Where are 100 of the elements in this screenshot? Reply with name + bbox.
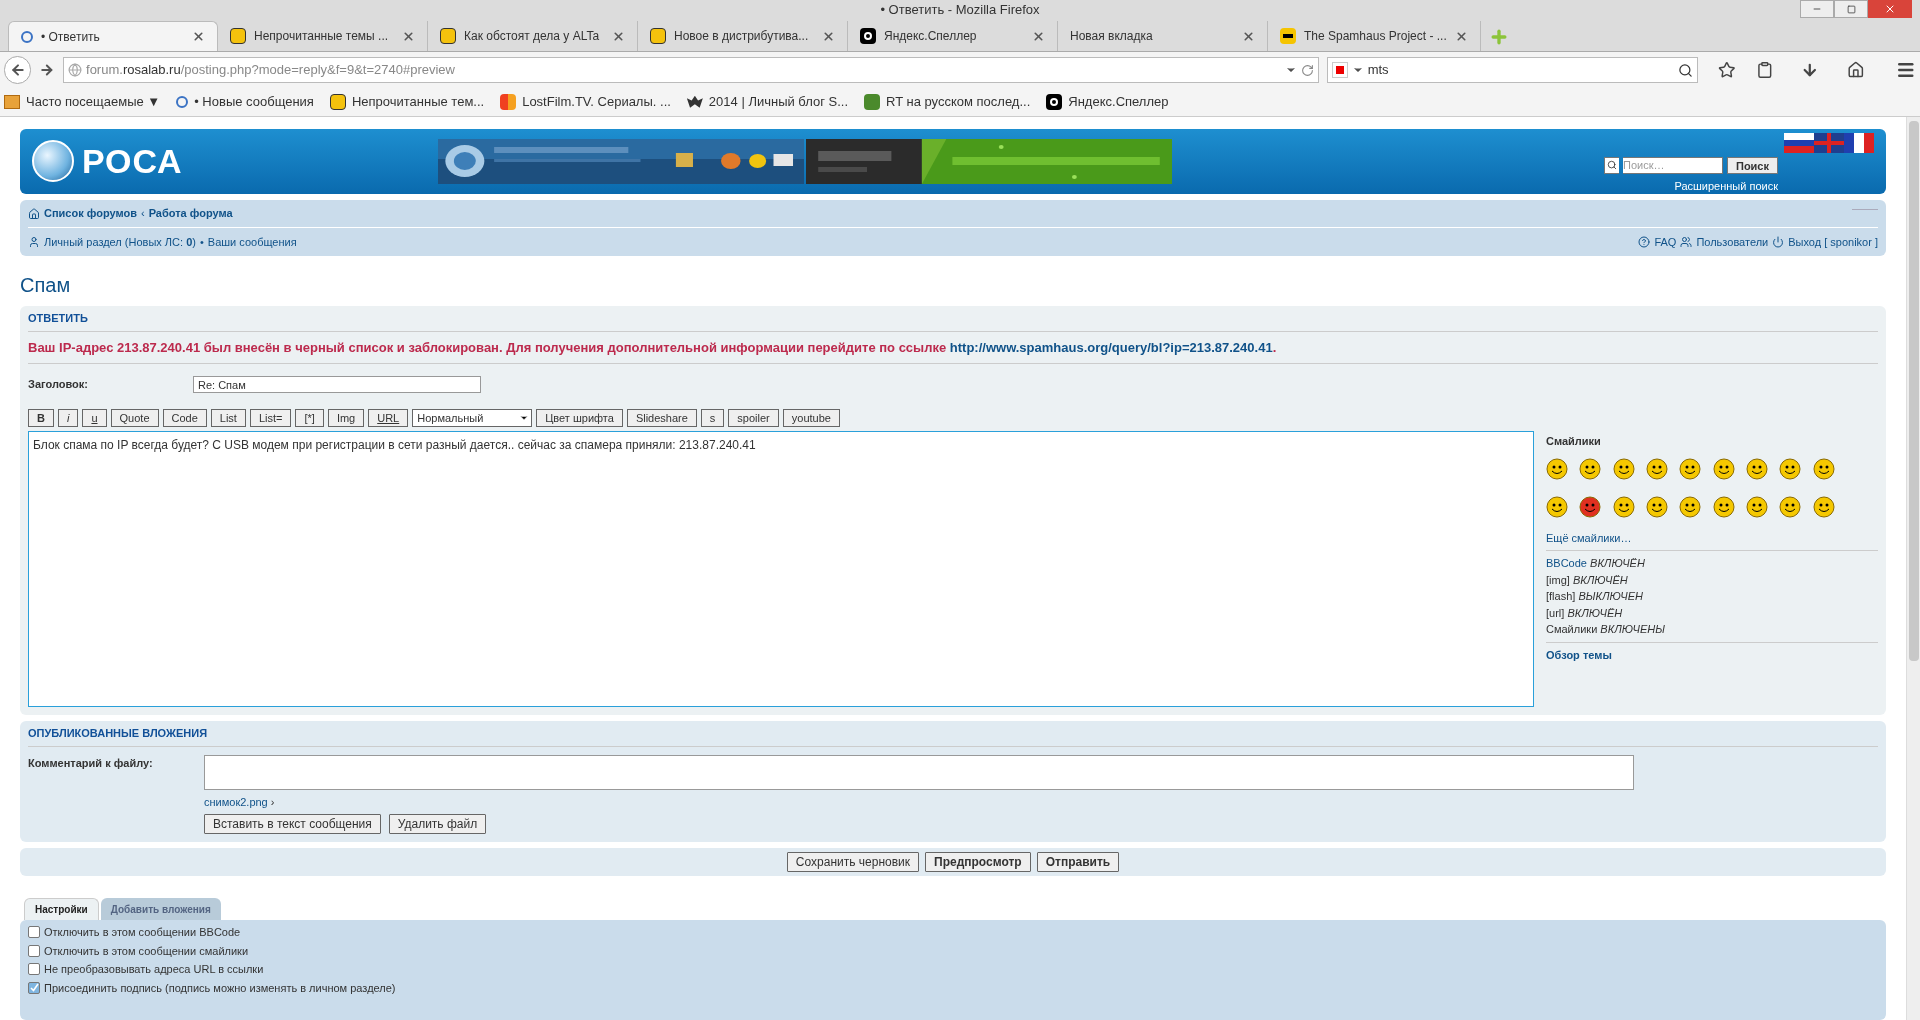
more-smileys-link[interactable]: Ещё смайлики…: [1546, 529, 1878, 551]
close-tab-icon[interactable]: [822, 29, 835, 43]
smiley-icon[interactable]: [1679, 495, 1702, 518]
italic-button[interactable]: i: [57, 409, 79, 427]
bookmark-star-icon[interactable]: [1718, 61, 1736, 79]
submit-button[interactable]: Отправить: [1036, 852, 1120, 872]
smiley-icon[interactable]: [1579, 457, 1602, 480]
bookmark-item[interactable]: Непрочитанные тем...: [329, 92, 485, 112]
user-panel-link[interactable]: Личный раздел (Новых ЛС: 0): [44, 233, 196, 251]
options-tab[interactable]: Добавить вложения: [100, 898, 221, 920]
browser-tab[interactable]: The Spamhaus Project - ...: [1268, 21, 1481, 51]
form-button[interactable]: Вставить в текст сообщения: [204, 814, 381, 834]
faq-link[interactable]: FAQ: [1654, 233, 1677, 251]
submit-button[interactable]: Предпросмотр: [925, 852, 1031, 872]
checkbox-label: Не преобразовывать адреса URL в ссылки: [44, 962, 264, 977]
smiley-icon[interactable]: [1546, 457, 1568, 480]
bbcode-button[interactable]: Code: [162, 409, 207, 427]
bbcode-button[interactable]: Slideshare: [626, 409, 697, 427]
underline-button[interactable]: u: [82, 409, 107, 427]
bookmark-item[interactable]: Часто посещаемые ▼: [4, 92, 161, 112]
bbcode-button[interactable]: List=: [249, 409, 292, 427]
bbcode-button[interactable]: [*]: [295, 409, 324, 427]
subject-field[interactable]: Re: Спам: [193, 376, 481, 393]
menu-icon[interactable]: [1896, 60, 1916, 80]
bbcode-button[interactable]: Цвет шрифта: [536, 409, 623, 427]
breadcrumb-link[interactable]: Список форумов: [44, 205, 137, 222]
bookmark-item[interactable]: • Новые сообщения: [176, 92, 314, 112]
smiley-icon[interactable]: [1579, 495, 1602, 518]
address-bar[interactable]: forum.rosalab.ru/posting.php?mode=reply&f=9&t=2740#preview: [63, 57, 1319, 83]
members-link[interactable]: Пользователи: [1696, 233, 1769, 251]
close-tab-icon[interactable]: [1032, 29, 1045, 43]
close-tab-icon[interactable]: [1454, 29, 1468, 43]
browser-tab[interactable]: Яндекс.Спеллер: [848, 21, 1058, 51]
file-link[interactable]: снимок2.png ›: [204, 793, 1634, 810]
checkbox[interactable]: [28, 944, 40, 957]
forum-search-field[interactable]: Поиск…: [1623, 156, 1723, 174]
bbcode-button[interactable]: Quote: [110, 409, 159, 427]
browser-tab[interactable]: Непрочитанные темы ...: [218, 21, 428, 51]
message-textarea[interactable]: Блок спама по IP всегда будет? С USB модем при регистрации в сети разный дается.. сейчас за спамера приняли: 213.87.240.41: [28, 431, 1534, 707]
smiley-icon[interactable]: [1646, 495, 1668, 518]
panel-heading: ОПУБЛИКОВАННЫЕ ВЛОЖЕНИЯ: [28, 721, 1878, 747]
save-draft-button[interactable]: Сохранить черновик: [786, 852, 920, 872]
browser-search-field[interactable]: mts: [1326, 57, 1699, 83]
checkbox[interactable]: [28, 963, 40, 976]
smiley-icon[interactable]: [1746, 457, 1768, 480]
close-tab-icon[interactable]: [192, 30, 205, 43]
browser-tab[interactable]: • Ответить: [8, 21, 218, 51]
smiley-icon[interactable]: [1746, 495, 1768, 518]
bookmark-item[interactable]: RT на русском послед...: [864, 92, 1031, 112]
options-tab[interactable]: Настройки: [24, 898, 99, 920]
smiley-icon[interactable]: [1612, 457, 1635, 480]
search-icon[interactable]: [1678, 62, 1694, 78]
smiley-icon[interactable]: [1779, 457, 1802, 480]
search-engine-icon[interactable]: [1331, 62, 1348, 78]
smiley-icon[interactable]: [1679, 457, 1702, 480]
checkbox[interactable]: [28, 926, 40, 939]
smiley-icon[interactable]: [1712, 495, 1735, 518]
bold-button[interactable]: B: [28, 409, 54, 427]
bbcode-button[interactable]: Img: [327, 409, 365, 427]
checkbox[interactable]: [28, 981, 40, 994]
underline-button[interactable]: URL: [368, 409, 409, 427]
comment-field[interactable]: [204, 754, 1634, 790]
smiley-icon[interactable]: [1712, 457, 1735, 480]
font-size-select[interactable]: Нормальный: [412, 409, 533, 427]
bookmark-item[interactable]: Яндекс.Спеллер: [1046, 92, 1169, 112]
clipboard-icon[interactable]: [1755, 61, 1774, 79]
smiley-icon[interactable]: [1546, 495, 1568, 518]
smiley-icon[interactable]: [1646, 457, 1668, 480]
browser-tab[interactable]: Как обстоят дела у ALTa: [428, 21, 638, 51]
bookmark-item[interactable]: LostFilm.TV. Сериалы. ...: [500, 92, 671, 112]
maximize-button[interactable]: [1834, 0, 1868, 18]
home-icon[interactable]: [1846, 61, 1865, 79]
russian-flag-icon[interactable]: [1784, 132, 1814, 153]
breadcrumb-link[interactable]: Работа форума: [148, 205, 233, 222]
bbcode-button[interactable]: spoiler: [728, 409, 779, 427]
form-button[interactable]: Удалить файл: [388, 814, 487, 834]
close-tab-icon[interactable]: [612, 29, 625, 43]
smiley-icon[interactable]: [1779, 495, 1802, 518]
smiley-icon[interactable]: [1812, 457, 1835, 480]
bbcode-button[interactable]: s: [700, 409, 725, 427]
browser-tab[interactable]: Новая вкладка: [1058, 21, 1268, 51]
close-tab-icon[interactable]: [1242, 29, 1255, 43]
download-icon[interactable]: [1801, 61, 1819, 79]
logout-link[interactable]: Выход [ sponikor ]: [1788, 233, 1878, 251]
bbcode-button[interactable]: List: [210, 409, 246, 427]
topic-review-link[interactable]: Обзор темы: [1546, 646, 1878, 663]
bbcode-button[interactable]: youtube: [782, 409, 840, 427]
search-button[interactable]: Поиск: [1727, 156, 1778, 174]
spamhaus-link[interactable]: http://www.spamhaus.org/query/bl?ip=213.87.240.41: [949, 339, 1273, 355]
bookmark-item[interactable]: 2014 | Личный блог S...: [686, 92, 849, 112]
smiley-icon[interactable]: [1812, 495, 1835, 518]
back-button[interactable]: [4, 56, 32, 84]
advanced-search-link[interactable]: Расширенный поиск: [1674, 177, 1778, 194]
smiley-icon[interactable]: [1612, 495, 1635, 518]
french-flag-icon[interactable]: [1844, 132, 1874, 153]
close-tab-icon[interactable]: [402, 29, 415, 43]
home-icon[interactable]: [28, 207, 40, 220]
posts-link[interactable]: Ваши сообщения: [207, 233, 297, 251]
scrollbar[interactable]: [1906, 116, 1920, 1020]
browser-tab[interactable]: Новое в дистрибутива...: [638, 21, 848, 51]
